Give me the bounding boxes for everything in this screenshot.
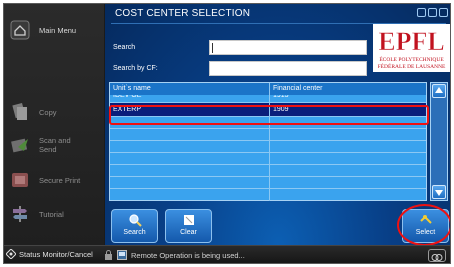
search-by-cf-label: Search by CF: <box>113 65 158 72</box>
status-monitor-button[interactable]: Status Monitor/Cancel <box>6 249 93 259</box>
sidebar-item-tutorial[interactable]: Tutorial <box>4 196 104 232</box>
epfl-logo: EPFL ÉCOLE POLYTECHNIQUE FÉDÉRALE DE LAU… <box>373 24 450 72</box>
table-row-empty[interactable] <box>110 177 426 189</box>
status-message-text: Remote Operation is being used... <box>131 250 245 260</box>
table-row-empty[interactable] <box>110 129 426 141</box>
sidebar: Main Menu Copy Scan and Send Secure Prin… <box>4 4 104 245</box>
lock-icon <box>105 250 112 260</box>
table-row-empty[interactable] <box>110 153 426 165</box>
status-monitor-label: Status Monitor/Cancel <box>19 249 93 259</box>
logo-line-1: ÉCOLE POLYTECHNIQUE <box>379 57 444 63</box>
table-row-empty[interactable] <box>110 189 426 201</box>
cell-financial-center: 1913 <box>273 95 289 99</box>
arrow-up-icon <box>435 87 443 93</box>
table-row[interactable]: IDEV-GE 1913 <box>110 95 426 103</box>
logo-line-2: FÉDÉRALE DE LAUSANNE <box>377 64 446 70</box>
scroll-up-button[interactable] <box>432 84 446 98</box>
sidebar-item-scan-send[interactable]: Scan and Send <box>4 127 104 163</box>
empty-cell <box>110 189 270 201</box>
sidebar-item-label: Copy <box>39 107 57 117</box>
window-controls <box>417 8 448 17</box>
empty-cell <box>270 189 426 201</box>
restore-icon[interactable] <box>417 8 426 17</box>
empty-cell <box>270 153 426 165</box>
column-header-unit-name[interactable]: Unit`s name <box>110 83 270 95</box>
home-icon <box>10 20 30 40</box>
device-link-icon[interactable] <box>428 249 446 262</box>
window-icon[interactable] <box>428 8 437 17</box>
selected-row-highlight <box>109 105 429 125</box>
empty-cell <box>270 141 426 153</box>
page-title: COST CENTER SELECTION <box>115 8 251 19</box>
column-header-financial-center[interactable]: Financial center <box>270 83 426 95</box>
select-button-highlight <box>397 204 450 246</box>
search-label: Search <box>113 44 136 51</box>
table-row-empty[interactable] <box>110 165 426 177</box>
clear-button[interactable]: Clear <box>165 209 212 243</box>
sidebar-item-label: Scan and Send <box>39 136 71 154</box>
empty-cell <box>110 129 270 141</box>
clear-icon <box>183 215 194 225</box>
sidebar-item-secure-print[interactable]: Secure Print <box>4 162 104 198</box>
arrow-down-icon <box>435 190 443 196</box>
tutorial-icon <box>13 206 27 222</box>
remote-operation-icon <box>117 250 127 260</box>
table-scrollbar[interactable] <box>430 82 448 201</box>
empty-cell <box>270 165 426 177</box>
empty-cell <box>110 141 270 153</box>
empty-cell <box>110 153 270 165</box>
search-by-cf-input[interactable] <box>209 61 367 76</box>
search-input[interactable] <box>209 40 367 55</box>
sidebar-item-label: Secure Print <box>39 175 81 185</box>
empty-cell <box>110 177 270 189</box>
search-icon <box>128 214 142 227</box>
sidebar-item-label: Main Menu <box>39 25 77 35</box>
table-header: Unit`s name Financial center <box>110 83 426 95</box>
cost-center-table: Unit`s name Financial center IDEV-GE 191… <box>109 82 427 201</box>
secure-print-icon <box>12 173 28 187</box>
search-button-label: Search <box>123 229 146 236</box>
status-monitor-icon <box>6 249 16 259</box>
sidebar-item-copy[interactable]: Copy <box>4 94 104 130</box>
link-icon <box>431 254 443 261</box>
sidebar-item-label: Tutorial <box>39 209 64 219</box>
clear-button-label: Clear <box>180 229 197 236</box>
table-row-empty[interactable] <box>110 141 426 153</box>
empty-cell <box>270 129 426 141</box>
maximize-icon[interactable] <box>439 8 448 17</box>
scroll-down-button[interactable] <box>432 185 446 199</box>
text-cursor <box>212 43 213 53</box>
empty-cell <box>270 177 426 189</box>
status-bar: Status Monitor/Cancel Remote Operation i… <box>4 245 450 263</box>
copy-icon <box>12 102 27 120</box>
empty-cell <box>110 165 270 177</box>
logo-mark-text: EPFL <box>378 27 444 56</box>
status-message: Remote Operation is being used... <box>104 250 245 260</box>
search-button[interactable]: Search <box>111 209 158 243</box>
scan-send-icon <box>11 138 28 153</box>
cell-unit-name: IDEV-GE <box>110 95 270 102</box>
epfl-logo-mark: EPFL <box>378 27 445 56</box>
device-screen: Main Menu Copy Scan and Send Secure Prin… <box>3 3 451 264</box>
sidebar-item-main-menu[interactable]: Main Menu <box>4 12 104 48</box>
